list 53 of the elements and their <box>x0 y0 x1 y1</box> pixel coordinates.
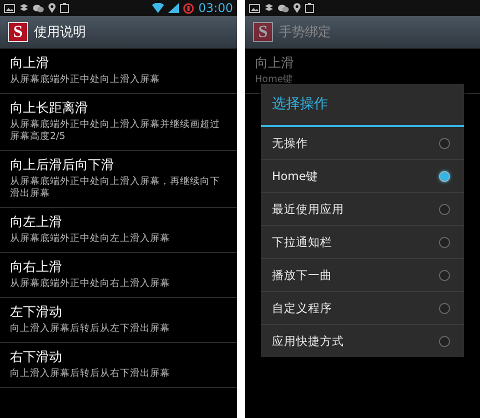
item-title: 右下滑动 <box>10 350 63 366</box>
item-title: 向上滑 <box>10 56 50 72</box>
radio-button[interactable] <box>439 170 450 182</box>
option-item[interactable]: 播放下一曲 <box>261 259 464 292</box>
option-label: Home键 <box>272 168 318 184</box>
status-time: 03:00 <box>198 1 233 15</box>
app-logo: S <box>8 22 28 42</box>
item-description: 向上滑入屏幕后转后从左下滑出屏幕 <box>10 323 171 335</box>
item-title: 向上长距离滑 <box>10 101 89 117</box>
item-description: 从屏幕底端外正中处向上滑入屏幕，再继续向下滑出屏幕 <box>10 176 221 200</box>
item-description: 从屏幕底端外正中处向上滑入屏幕并继续画超过屏幕高度2/5 <box>10 119 221 143</box>
option-label: 应用快捷方式 <box>272 334 344 348</box>
option-item[interactable]: 无操作 <box>261 127 464 160</box>
item-title: 向上滑 <box>255 56 295 72</box>
option-item[interactable]: 最近使用应用 <box>261 193 464 226</box>
picture-icon <box>249 4 260 12</box>
clipboard-icon <box>305 3 314 13</box>
wifi-icon <box>152 3 164 13</box>
screen-title: 使用说明 <box>34 24 86 41</box>
option-label: 自定义程序 <box>272 300 332 316</box>
item-title: 向左上滑 <box>10 215 63 231</box>
item-title: 左下滑动 <box>10 305 63 321</box>
radio-button[interactable] <box>439 204 450 214</box>
picture-icon <box>4 4 15 12</box>
item-description: 从屏幕底端外正中处向上滑入屏幕 <box>10 74 161 86</box>
chat-bubbles-icon <box>278 4 289 12</box>
item-value: Home键 <box>255 74 294 86</box>
option-item[interactable]: 下拉通知栏 <box>261 226 464 259</box>
item-description: 从屏幕底端外正中处向左上滑入屏幕 <box>10 233 171 245</box>
item-description: 向上滑入屏幕后转后从右下滑出屏幕 <box>10 368 171 380</box>
radio-button[interactable] <box>439 138 450 148</box>
radio-button[interactable] <box>439 336 450 346</box>
location-pin-icon <box>293 3 301 13</box>
radio-button[interactable] <box>439 302 450 314</box>
item-title: 向右上滑 <box>10 260 63 276</box>
item-description: 从屏幕底端外正中处向右上滑入屏幕 <box>10 278 171 290</box>
screen-title: 手势绑定 <box>279 24 331 41</box>
chat-bubbles-icon <box>33 4 44 12</box>
dialog-title: 选择操作 <box>261 84 464 127</box>
item-title: 向上后滑后向下滑 <box>10 158 115 174</box>
radio-button[interactable] <box>439 236 450 248</box>
app-logo: S <box>253 22 273 42</box>
option-item[interactable]: Home键 <box>261 160 464 193</box>
option-label: 最近使用应用 <box>272 202 344 216</box>
option-item[interactable]: 应用快捷方式 <box>261 325 464 357</box>
option-item[interactable]: 自定义程序 <box>261 292 464 325</box>
signal-icon <box>168 3 180 13</box>
option-label: 无操作 <box>272 136 308 150</box>
clipboard-icon <box>60 3 69 13</box>
option-label: 下拉通知栏 <box>272 234 332 250</box>
radio-button[interactable] <box>439 270 450 280</box>
option-label: 播放下一曲 <box>272 268 332 282</box>
location-pin-icon <box>48 3 56 13</box>
